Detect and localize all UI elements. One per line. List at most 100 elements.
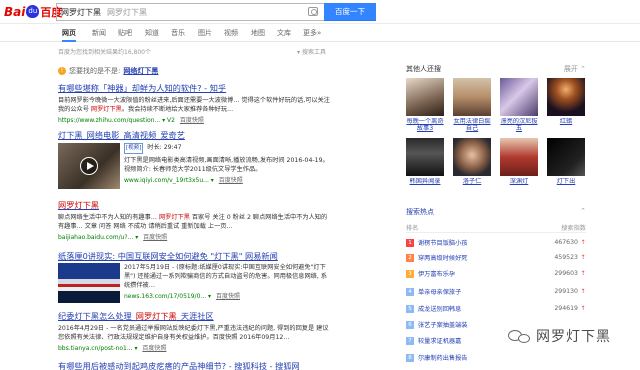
hot-search-item[interactable]: 3 伊万富布乐孕 299603 ↑ <box>406 268 586 279</box>
search-result: 纪委灯下黑怎么处理_网罗灯下黑_天涯社区 2016年4月29日 - 一名党员通过… <box>58 310 330 352</box>
related-people-header: 其他人还搜 展开 ⌃ <box>406 64 586 74</box>
hot-collapse-button[interactable]: ⌃ <box>580 207 586 217</box>
result-title[interactable]: 有哪些堪称「神器」却鲜为人知的软件? - 知乎 <box>58 82 330 94</box>
hot-search-item[interactable]: 4 单亲母亲保旅子 299130 ↑ <box>406 286 586 297</box>
video-thumbnail[interactable] <box>58 143 120 189</box>
collapse-button[interactable]: 展开 ⌃ <box>564 64 586 74</box>
related-item[interactable]: 韩国异闻录 <box>406 138 444 192</box>
hot-heading: 搜索热点 <box>406 208 434 216</box>
search-suggest: 网罗灯下黑 <box>107 7 147 17</box>
related-thumbnail <box>406 138 444 176</box>
result-url-text[interactable]: bbs.tianya.cn/post-no1... ▾ <box>58 345 137 352</box>
result-url-text[interactable]: news.163.com/17/0519/0... ▾ <box>124 293 211 300</box>
wechat-icon <box>508 328 532 344</box>
result-snippet: 2016年4月29日 - 一名党员通过举报网站反映纪委灯下黑,严重违法违纪的问题… <box>58 325 329 341</box>
related-thumbnail <box>453 138 491 176</box>
hot-search-item[interactable]: 5 成龙送别回韩息 294619 ↑ <box>406 303 586 314</box>
hot-count: 459523 <box>554 254 578 261</box>
related-thumbnail <box>547 138 585 176</box>
result-title[interactable]: 纸落厘0讲现实: 中国互联网安全如何避免 "灯下黑" 网易新闻 <box>58 250 330 262</box>
related-item[interactable]: 深渊灯 <box>500 138 538 192</box>
tab-tieba[interactable]: 贴吧 <box>118 28 132 38</box>
related-item[interactable]: 红蜡 <box>547 78 585 132</box>
filter-icon: ▾ <box>297 49 301 56</box>
lightbulb-icon: ! <box>58 67 66 75</box>
tab-wenku[interactable]: 文库 <box>277 28 291 38</box>
tab-music[interactable]: 音乐 <box>171 28 185 38</box>
result-url-text[interactable]: baijiahao.baidu.com/u?... ▾ <box>58 234 138 241</box>
hot-rank: 7 <box>406 336 414 345</box>
hot-col-count: 搜索指数 <box>561 224 586 232</box>
related-item[interactable]: 女用法律白痴自己 <box>453 78 491 132</box>
hint-prefix: 您要找的是不是: <box>69 67 121 75</box>
snapshot-link[interactable]: 百度快照 <box>216 293 240 300</box>
trend-up-icon: ↑ <box>580 239 586 246</box>
related-grid-row1: 每晚一个离奇故事3 女用法律白痴自己 漂亮的汉尼拔五 红蜡 <box>406 78 585 132</box>
related-thumbnail <box>500 138 538 176</box>
hot-rank: 3 <box>406 269 414 278</box>
paw-icon: du <box>26 5 40 18</box>
baidu-logo[interactable]: Bai du 百度 <box>4 3 62 20</box>
related-label: 灯下出 <box>556 178 576 185</box>
result-snippet: 聊点网络生活中不为人知的有趣事… 网罗灯下黑 百家号 关注 0 粉丝 2 聊点网… <box>58 214 328 230</box>
hot-search-header: 搜索热点 ⌃ <box>406 207 586 217</box>
hot-text: 穿两高级时候好死 <box>418 255 468 262</box>
camera-icon[interactable] <box>308 7 318 16</box>
tab-zhidao[interactable]: 知道 <box>145 28 159 38</box>
search-tools-button[interactable]: ▾ 搜索工具 <box>297 47 326 56</box>
search-query: 网罗灯下黑 <box>61 7 101 17</box>
hot-count: 299130 <box>554 288 578 295</box>
snapshot-link[interactable]: 百度快照 <box>180 117 204 124</box>
result-url: www.iqiyi.com/v_19rt3x5u... ▾ 百度快照 <box>124 175 330 184</box>
related-item[interactable]: 洛子仁 <box>453 138 491 192</box>
result-title[interactable]: 纪委灯下黑怎么处理_网罗灯下黑_天涯社区 <box>58 310 330 322</box>
result-url-text[interactable]: https://www.zhihu.com/question... ▾ V2 <box>58 117 175 124</box>
result-title-pre: 纸落厘0讲现实: 中国互联网安全如何避免 "灯下黑" 网易新闻 <box>58 251 278 261</box>
hot-text: 谢楞节目饭脑小孩 <box>418 240 468 247</box>
trend-up-icon: ↑ <box>580 270 586 277</box>
snapshot-link[interactable]: 百度快照 <box>142 345 166 352</box>
tab-news[interactable]: 新闻 <box>92 28 106 38</box>
result-title[interactable]: 有哪些用后被感动到起鸡皮疙瘩的产品神细节? - 搜狐科技 - 搜狐网 <box>58 360 330 370</box>
related-item[interactable]: 漂亮的汉尼拔五 <box>500 78 538 132</box>
hot-rank: 1 <box>406 238 414 247</box>
related-grid-row2: 韩国异闻录 洛子仁 深渊灯 灯下出 <box>406 138 585 192</box>
snapshot-link[interactable]: 百度快照 <box>143 234 167 241</box>
hot-count: 294619 <box>554 305 578 312</box>
hot-count: 299603 <box>554 270 578 277</box>
trend-up-icon: ↑ <box>580 305 586 312</box>
hot-search-item[interactable]: 2 穿两高级时候好死 459523 ↑ <box>406 252 586 263</box>
hot-text: 尔康制药出售报告 <box>418 355 468 362</box>
related-label: 每晚一个离奇故事3 <box>406 118 444 132</box>
result-snippet: 2017年5月19日 - (原标题:纸媒厘0讲现实:中国互联网安全如何避免"灯下… <box>124 264 327 289</box>
tab-more[interactable]: 更多» <box>303 28 321 38</box>
result-url-text[interactable]: www.iqiyi.com/v_19rt3x5u... ▾ <box>124 177 214 184</box>
tab-web[interactable]: 网页 <box>62 28 76 42</box>
result-url: news.163.com/17/0519/0... ▾ 百度快照 <box>124 291 330 300</box>
tab-images[interactable]: 图片 <box>198 28 212 38</box>
related-item[interactable]: 灯下出 <box>547 138 585 192</box>
related-item[interactable]: 每晚一个离奇故事3 <box>406 78 444 132</box>
search-result: 网罗灯下黑 聊点网络生活中不为人知的有趣事… 网罗灯下黑 百家号 关注 0 粉丝… <box>58 199 330 241</box>
result-url: baijiahao.baidu.com/u?... ▾ 百度快照 <box>58 232 330 241</box>
video-duration: 时长: 29:47 <box>147 144 182 151</box>
hot-count: 467630 <box>554 239 578 246</box>
news-thumbnail[interactable] <box>58 263 120 303</box>
result-url: https://www.zhihu.com/question... ▾ V2 百… <box>58 115 330 124</box>
related-label: 红蜡 <box>559 118 573 125</box>
tab-video[interactable]: 视频 <box>224 28 238 38</box>
search-button[interactable]: 百度一下 <box>324 3 376 21</box>
hot-search-columns: 排名 搜索指数 <box>406 222 586 233</box>
hot-text: 单亲母亲保旅子 <box>418 289 462 296</box>
hot-search-item[interactable]: 1 谢楞节目饭脑小孩 467630 ↑ <box>406 237 586 248</box>
hint-term[interactable]: 网络灯下黑 <box>123 66 158 76</box>
hot-search-item[interactable]: 8 尔康制药出售报告 <box>406 352 586 363</box>
result-title[interactable]: 网罗灯下黑 <box>58 199 330 211</box>
result-stats: 百度为您找到相关结果约16,800个 ▾ 搜索工具 <box>58 47 326 57</box>
related-label: 洛子仁 <box>462 178 482 185</box>
result-title[interactable]: 灯下黑_网络电影_高清视频_爱奇艺 <box>58 129 330 141</box>
hot-rank: 6 <box>406 320 414 329</box>
search-input[interactable]: 网罗灯下黑 网罗灯下黑 <box>56 3 324 21</box>
snapshot-link[interactable]: 百度快照 <box>219 177 243 184</box>
tab-maps[interactable]: 地图 <box>251 28 265 38</box>
